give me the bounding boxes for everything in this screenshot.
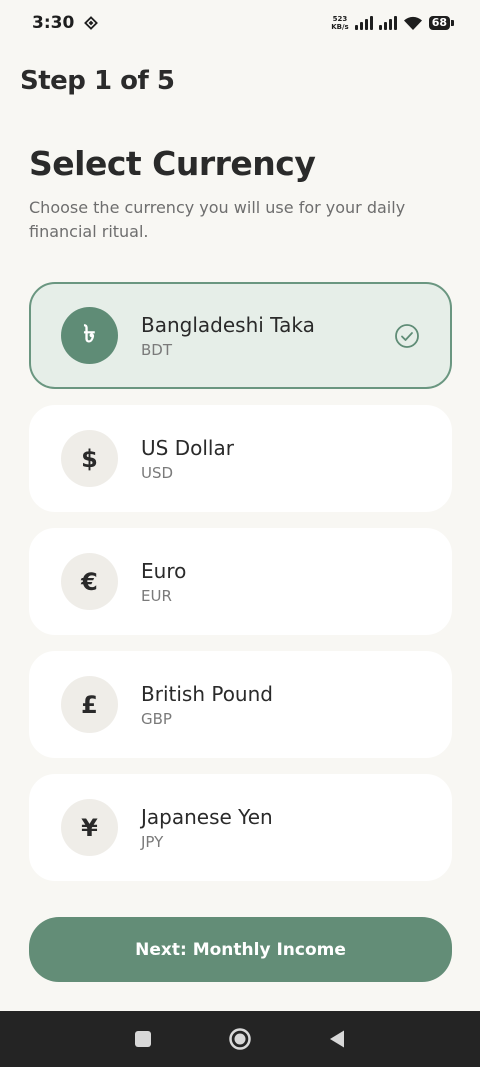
network-speed: 523 KB/s — [331, 15, 349, 31]
currency-code: USD — [141, 463, 174, 482]
status-bar: 3:30 523 KB/s 68 — [0, 0, 480, 46]
signal-icon — [354, 16, 373, 30]
currency-code: EUR — [141, 586, 172, 605]
currency-option-eur[interactable]: € Euro EUR — [29, 528, 452, 635]
status-time: 3:30 — [32, 13, 75, 33]
yen-icon: ¥ — [61, 799, 118, 856]
currency-list: ৳ Bangladeshi Taka BDT $ US Dollar USD €… — [29, 282, 452, 897]
currency-option-bdt[interactable]: ৳ Bangladeshi Taka BDT — [29, 282, 452, 389]
dollar-icon: $ — [61, 430, 118, 487]
currency-name: Japanese Yen — [141, 804, 273, 829]
euro-icon: € — [61, 553, 118, 610]
currency-code: BDT — [141, 340, 173, 359]
currency-name: British Pound — [141, 681, 273, 706]
currency-name: US Dollar — [141, 435, 234, 460]
currency-code: GBP — [141, 709, 172, 728]
battery-icon: 68 — [428, 16, 455, 30]
signal-icon-2 — [378, 16, 397, 30]
check-circle-icon — [395, 323, 419, 348]
currency-option-usd[interactable]: $ US Dollar USD — [29, 405, 452, 512]
currency-name: Euro — [141, 558, 187, 583]
currency-option-gbp[interactable]: £ British Pound GBP — [29, 651, 452, 758]
page-title: Select Currency — [29, 144, 316, 183]
square-icon — [135, 1031, 152, 1047]
wifi-icon — [403, 16, 422, 30]
circle-icon — [229, 1028, 251, 1050]
triangle-back-icon — [329, 1030, 344, 1048]
back-button[interactable] — [325, 1027, 349, 1051]
taka-icon: ৳ — [61, 307, 118, 364]
page-subtitle: Choose the currency you will use for you… — [29, 198, 406, 241]
notification-diamond-icon — [84, 16, 99, 30]
recents-button[interactable] — [131, 1027, 155, 1051]
currency-code: JPY — [141, 832, 164, 851]
currency-name: Bangladeshi Taka — [141, 312, 315, 337]
step-indicator: Step 1 of 5 — [20, 66, 175, 96]
system-nav-bar — [0, 1011, 480, 1067]
pound-icon: £ — [61, 676, 118, 733]
home-button[interactable] — [228, 1027, 252, 1051]
currency-option-jpy[interactable]: ¥ Japanese Yen JPY — [29, 774, 452, 881]
next-button[interactable]: Next: Monthly Income — [29, 917, 452, 982]
